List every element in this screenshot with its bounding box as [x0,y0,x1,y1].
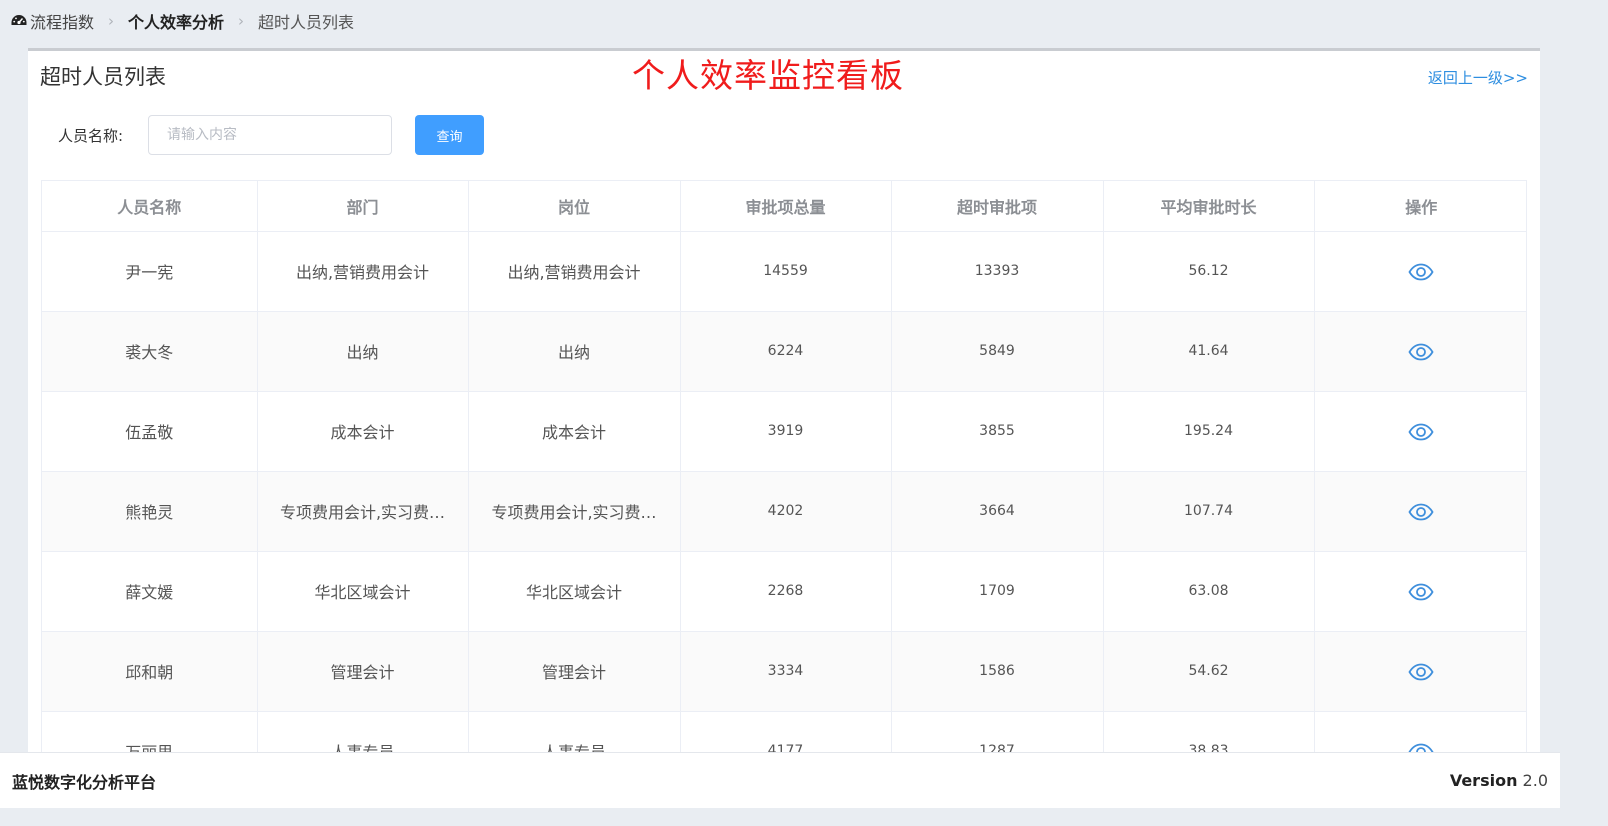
back-link[interactable]: 返回上一级>> [1428,67,1528,88]
cell-position: 管理会计 [468,631,681,712]
cell-position: 华北区域会计 [468,551,681,632]
cell-total: 14559 [680,231,892,312]
column-header-position: 岗位 [468,181,681,232]
cell-overtime: 5849 [891,311,1104,392]
cell-overtime: 1586 [891,631,1104,712]
cell-department: 专项费用会计,实习费… [257,471,469,552]
table-row: 伍孟敬 成本会计 成本会计 3919 3855 195.24 [42,391,1526,472]
view-eye-icon[interactable] [1408,663,1434,681]
breadcrumb: 流程指数 › 个人效率分析 › 超时人员列表 [10,0,354,42]
breadcrumb-label: 流程指数 [30,13,95,32]
cell-department: 成本会计 [257,391,469,472]
cell-avg-duration: 54.62 [1103,631,1315,712]
cell-position: 成本会计 [468,391,681,472]
cell-overtime: 13393 [891,231,1104,312]
cell-overtime: 1709 [891,551,1104,632]
cell-avg-duration: 63.08 [1103,551,1315,632]
column-header-overtime: 超时审批项 [891,181,1104,232]
cell-position: 出纳,营销费用会计 [468,231,681,312]
cell-overtime: 3664 [891,471,1104,552]
column-header-name: 人员名称 [42,181,258,232]
cell-action [1314,231,1526,312]
cell-department: 管理会计 [257,631,469,712]
cell-department: 华北区域会计 [257,551,469,632]
version-label: Version [1449,771,1518,790]
cell-name: 熊艳灵 [42,471,258,552]
cell-department: 出纳,营销费用会计 [257,231,469,312]
cell-total: 4202 [680,471,892,552]
breadcrumb-item-overtime-list: 超时人员列表 [258,13,355,32]
cell-name: 邱和朝 [42,631,258,712]
cell-action [1314,391,1526,472]
cell-action [1314,471,1526,552]
version-number: 2.0 [1522,771,1548,790]
query-button[interactable]: 查询 [415,115,484,155]
chevron-right-icon: › [108,12,115,30]
cell-avg-duration: 195.24 [1103,391,1315,472]
view-eye-icon[interactable] [1408,423,1434,441]
cell-name: 伍孟敬 [42,391,258,472]
main-card: 超时人员列表 个人效率监控看板 返回上一级>> 人员名称: 查询 人员名称 部门… [28,48,1540,808]
page-title: 超时人员列表 [40,65,166,89]
cell-name: 尹一宪 [42,231,258,312]
name-search-input[interactable] [148,115,392,155]
column-header-department: 部门 [257,181,469,232]
version-info: Version 2.0 [1450,771,1548,790]
dashboard-overlay-title: 个人效率监控看板 [632,56,904,95]
table-row: 薛文媛 华北区域会计 华北区域会计 2268 1709 63.08 [42,551,1526,632]
cell-avg-duration: 56.12 [1103,231,1315,312]
view-eye-icon[interactable] [1408,583,1434,601]
table-row: 尹一宪 出纳,营销费用会计 出纳,营销费用会计 14559 13393 56.12 [42,231,1526,312]
view-eye-icon[interactable] [1408,503,1434,521]
breadcrumb-item-personal-efficiency[interactable]: 个人效率分析 [128,9,224,33]
platform-name: 蓝悦数字化分析平台 [12,772,157,792]
breadcrumb-item-flow-index[interactable]: 流程指数 [10,9,94,33]
view-eye-icon[interactable] [1408,263,1434,281]
chevron-right-icon: › [238,12,245,30]
cell-name: 薛文媛 [42,551,258,632]
search-form: 人员名称: 查询 [58,115,484,155]
cell-total: 2268 [680,551,892,632]
table-row: 裘大冬 出纳 出纳 6224 5849 41.64 [42,311,1526,392]
cell-action [1314,311,1526,392]
column-header-avg-duration: 平均审批时长 [1103,181,1315,232]
cell-department: 出纳 [257,311,469,392]
view-eye-icon[interactable] [1408,343,1434,361]
table-row: 邱和朝 管理会计 管理会计 3334 1586 54.62 [42,631,1526,712]
cell-total: 3919 [680,391,892,472]
table-row: 熊艳灵 专项费用会计,实习费… 专项费用会计,实习费… 4202 3664 107.74 [42,471,1526,552]
cell-overtime: 3855 [891,391,1104,472]
cell-action [1314,551,1526,632]
page-background-strip [1560,0,1608,826]
overtime-table: 人员名称 部门 岗位 审批项总量 超时审批项 平均审批时长 操作 尹一宪 出纳,营… [41,180,1527,760]
cell-position: 出纳 [468,311,681,392]
cell-total: 3334 [680,631,892,712]
cell-avg-duration: 107.74 [1103,471,1315,552]
table-header-row: 人员名称 部门 岗位 审批项总量 超时审批项 平均审批时长 操作 [42,181,1526,232]
footer: 蓝悦数字化分析平台 Version 2.0 [0,752,1560,808]
column-header-action: 操作 [1314,181,1526,232]
cell-action [1314,631,1526,712]
cell-avg-duration: 41.64 [1103,311,1315,392]
dashboard-icon [11,15,27,25]
search-label: 人员名称: [58,126,124,145]
column-header-total: 审批项总量 [680,181,892,232]
cell-name: 裘大冬 [42,311,258,392]
cell-position: 专项费用会计,实习费… [468,471,681,552]
cell-total: 6224 [680,311,892,392]
